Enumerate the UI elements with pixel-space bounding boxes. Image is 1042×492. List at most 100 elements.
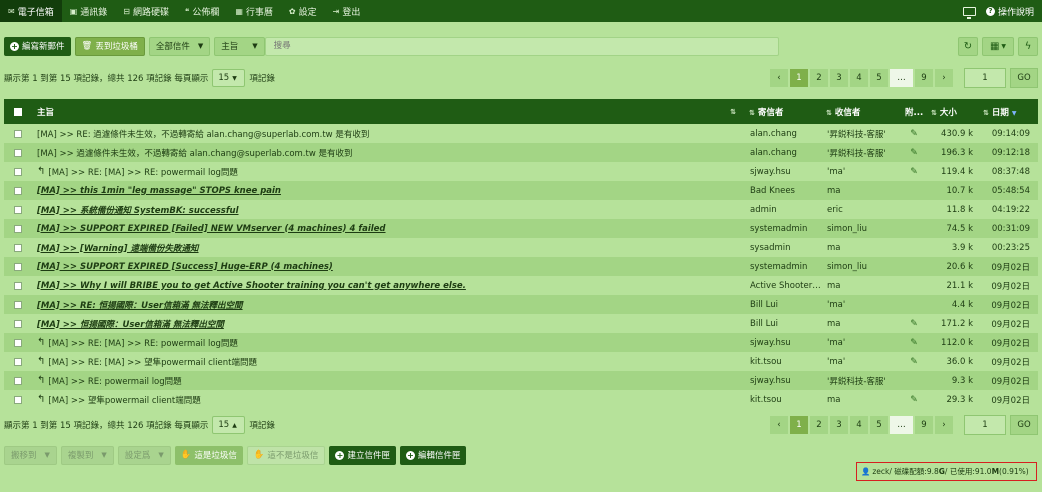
page-link[interactable]: 5 [869,68,889,88]
trash-icon: 🗑 [81,41,93,51]
row-checkbox[interactable] [14,262,22,271]
mail-subject[interactable]: [MA] >> 系統備份通知 SystemBK: successful [37,204,239,216]
help-link[interactable]: ? 操作說明 [985,5,1034,18]
row-checkbox[interactable] [14,395,22,404]
copy-to-dropdown[interactable]: 複製到 ▼ [60,445,114,465]
quick-action-button[interactable]: ϟ [1018,36,1038,56]
go-button[interactable]: GO [1010,68,1038,88]
mark-spam-button[interactable]: ✋ 這是垃圾信 [174,445,243,465]
mail-subject[interactable]: [MA] >> SUPPORT EXPIRED [Failed] NEW VMs… [37,224,386,234]
page-link[interactable]: 1 [789,68,809,88]
go-button[interactable]: GO [1010,415,1038,435]
nav-item-2[interactable]: ⊟ 網路硬碟 [115,0,177,22]
per-page-select[interactable]: 15 ▲ [212,416,246,434]
row-checkbox[interactable] [14,167,22,176]
mail-subject[interactable]: [MA] >> RE: [MA] >> RE: powermail log問題 [48,166,238,178]
row-checkbox[interactable] [14,338,22,347]
page-link[interactable]: 9 [914,415,934,435]
page-link[interactable]: 3 [829,415,849,435]
move-to-dropdown[interactable]: 搬移到 ▼ [4,445,57,465]
table-row[interactable]: ↰ [MA] >> 望隼powermail client端問題 kit.tsou ma… [4,390,1038,409]
compose-button[interactable]: + 編寫新郵件 [4,36,71,56]
sort-icon: ⇅ [931,108,937,117]
page-link[interactable]: 2 [809,68,829,88]
table-row[interactable]: [MA] >> [Warning] 遠端備份失敗通知 sysadmin ma 3.9 … [4,238,1038,257]
mail-subject[interactable]: [MA] >> Why I will BRIBE you to get Acti… [37,281,466,291]
nav-item-6[interactable]: ⇥ 登出 [325,0,369,22]
table-row[interactable]: ↰ [MA] >> RE: powermail log問題 sjway.hsu '昇鋭… [4,371,1038,390]
table-row[interactable]: [MA] >> 過濾條件未生效，不過轉寄給 alan.chang@superla… [4,143,1038,162]
trash-button[interactable]: 🗑 丟到垃圾桶 [74,36,145,56]
next-page-button[interactable]: › [934,68,954,88]
header-date[interactable]: ⇅ 日期 ▼ [979,106,1036,118]
table-row[interactable]: ↰ [MA] >> RE: [MA] >> RE: powermail log問題… [4,162,1038,181]
nav-item-5[interactable]: ✿ 設定 [281,0,325,22]
row-checkbox[interactable] [14,243,22,252]
header-subject[interactable]: 主旨 ⇅ [32,106,745,118]
header-to[interactable]: ⇅ 收信者 [822,106,901,118]
page-link[interactable]: 4 [849,68,869,88]
per-page-select[interactable]: 15 ▼ [212,69,246,87]
header-from[interactable]: ⇅ 寄信者 [745,106,822,118]
row-checkbox[interactable] [14,376,22,385]
create-folder-button[interactable]: + 建立信件匣 [329,445,396,465]
table-row[interactable]: [MA] >> RE: 過濾條件未生效，不過轉寄給 alan.chang@sup… [4,124,1038,143]
mail-subject[interactable]: [MA] >> 望隼powermail client端問題 [48,394,200,406]
monitor-icon[interactable] [962,6,976,19]
mail-subject[interactable]: [MA] >> RE: [MA] >> RE: powermail log問題 [48,337,238,349]
table-row[interactable]: [MA] >> SUPPORT EXPIRED [Success] Huge-E… [4,257,1038,276]
table-row[interactable]: [MA] >> this 1min "leg massage" STOPS kn… [4,181,1038,200]
table-row[interactable]: ↰ [MA] >> RE: [MA] >> 望隼powermail client端… [4,352,1038,371]
header-size[interactable]: ⇅ 大小 [927,106,979,118]
header-attach[interactable]: 附... [901,106,927,118]
table-row[interactable]: [MA] >> SUPPORT EXPIRED [Failed] NEW VMs… [4,219,1038,238]
nav-item-3[interactable]: ❝ 公佈欄 [177,0,227,22]
field-filter-dropdown[interactable]: 主旨 ▼ [214,36,265,56]
row-checkbox[interactable] [14,319,22,328]
row-checkbox[interactable] [14,281,22,290]
goto-page-input[interactable]: 1 [964,415,1006,435]
mail-subject[interactable]: [MA] >> RE: 過濾條件未生效，不過轉寄給 alan.chang@sup… [37,128,369,140]
next-page-button[interactable]: › [934,415,954,435]
page-link[interactable]: 3 [829,68,849,88]
not-spam-button[interactable]: ✋ 這不是垃圾信 [246,445,326,465]
page-link[interactable]: 9 [914,68,934,88]
table-row[interactable]: [MA] >> 恒揚國際：User信箱滿 無法釋出空間 Bill Lui ma ✎ 17… [4,314,1038,333]
search-input[interactable] [264,36,779,56]
mail-subject[interactable]: [MA] >> 過濾條件未生效，不過轉寄給 alan.chang@superla… [37,147,353,159]
table-row[interactable]: [MA] >> RE: 恒揚國際：User信箱滿 無法釋出空間 Bill Lui '… [4,295,1038,314]
mail-subject[interactable]: [MA] >> SUPPORT EXPIRED [Success] Huge-E… [37,262,333,272]
mail-subject[interactable]: [MA] >> [Warning] 遠端備份失敗通知 [37,242,199,254]
page-link[interactable]: 1 [789,415,809,435]
edit-folder-button[interactable]: + 編輯信件匣 [399,445,467,465]
row-checkbox[interactable] [14,300,22,309]
goto-page-input[interactable]: 1 [964,68,1006,88]
nav-item-1[interactable]: ▣ 通訊錄 [62,0,116,22]
select-all-checkbox[interactable] [14,107,22,116]
row-checkbox[interactable] [14,129,22,138]
view-options-button[interactable]: ▦ ▼ [982,36,1014,56]
row-checkbox[interactable] [14,205,22,214]
page-link[interactable]: 2 [809,415,829,435]
mail-subject[interactable]: [MA] >> 恒揚國際：User信箱滿 無法釋出空間 [37,318,224,330]
refresh-button[interactable]: ↻ [958,36,978,56]
row-checkbox[interactable] [14,148,22,157]
prev-page-button[interactable]: ‹ [769,68,789,88]
nav-item-4[interactable]: ▦ 行事曆 [227,0,281,22]
row-checkbox[interactable] [14,186,22,195]
mail-subject[interactable]: [MA] >> this 1min "leg massage" STOPS kn… [37,186,281,196]
set-as-dropdown[interactable]: 設定爲 ▼ [117,445,171,465]
table-row[interactable]: [MA] >> 系統備份通知 SystemBK: successful admin… [4,200,1038,219]
row-checkbox[interactable] [14,224,22,233]
table-row[interactable]: [MA] >> Why I will BRIBE you to get Acti… [4,276,1038,295]
mail-subject[interactable]: [MA] >> RE: powermail log問題 [48,375,181,387]
prev-page-button[interactable]: ‹ [769,415,789,435]
row-checkbox[interactable] [14,357,22,366]
folder-filter-dropdown[interactable]: 全部信件 ▼ [148,36,211,56]
page-link[interactable]: 4 [849,415,869,435]
mail-subject[interactable]: [MA] >> RE: [MA] >> 望隼powermail client端問… [48,356,257,368]
mail-subject[interactable]: [MA] >> RE: 恒揚國際：User信箱滿 無法釋出空間 [37,299,243,311]
nav-item-0[interactable]: ✉ 電子信箱 [0,0,62,22]
page-link[interactable]: 5 [869,415,889,435]
table-row[interactable]: ↰ [MA] >> RE: [MA] >> RE: powermail log問題… [4,333,1038,352]
